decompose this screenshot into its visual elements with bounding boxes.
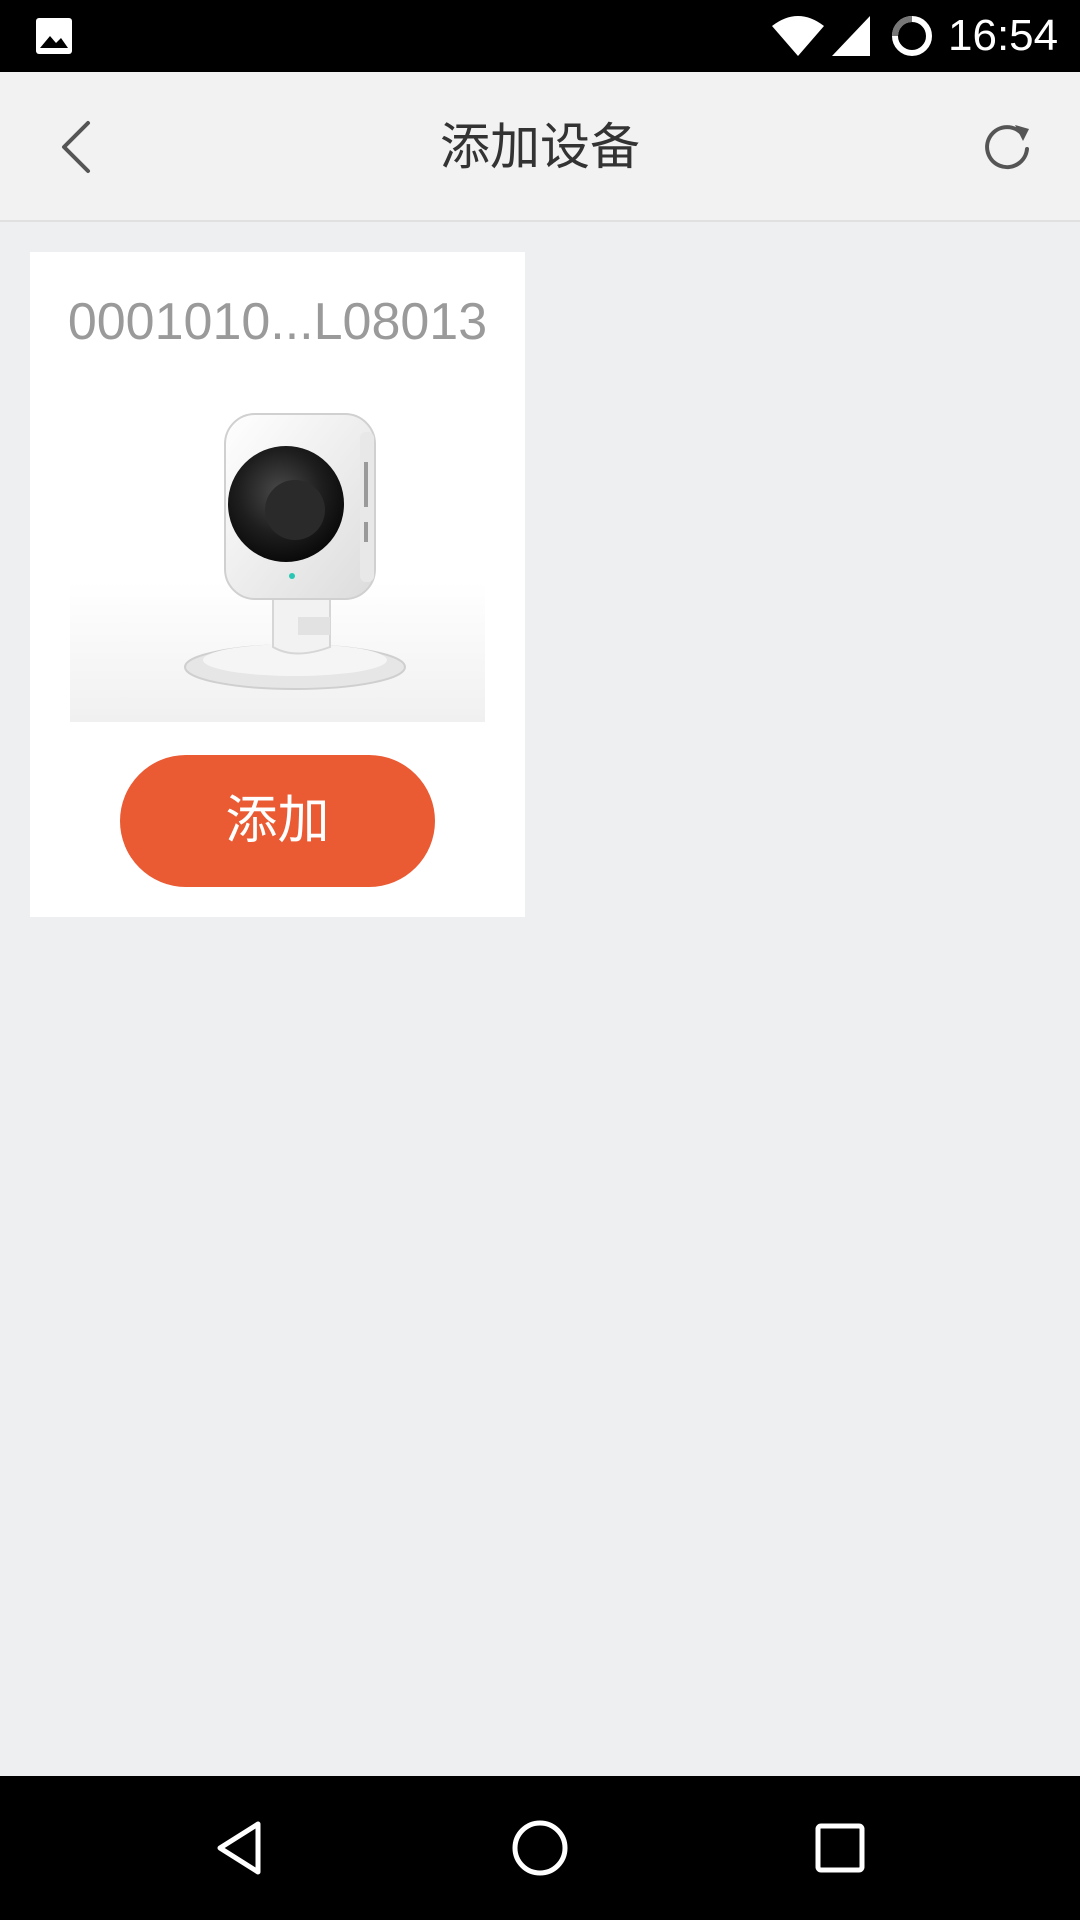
gallery-icon [36, 18, 72, 54]
refresh-button[interactable] [972, 112, 1042, 182]
device-name: 0001010...L08013 [67, 293, 488, 351]
refresh-icon [985, 125, 1029, 170]
app-bar: 添加设备 [0, 72, 1080, 222]
recents-square-icon [815, 1823, 865, 1873]
home-circle-icon [512, 1820, 568, 1876]
nav-home-button[interactable] [500, 1812, 580, 1884]
device-card: 0001010...L08013 添加 [30, 252, 525, 917]
back-triangle-icon [217, 1821, 261, 1875]
status-time: 16:54 [948, 11, 1059, 60]
navigation-bar [0, 1776, 1080, 1920]
wifi-icon [772, 16, 824, 56]
nav-back-button[interactable] [200, 1812, 280, 1884]
signal-icon [832, 16, 870, 56]
back-button[interactable] [44, 112, 108, 182]
nav-recents-button[interactable] [800, 1812, 880, 1884]
status-bar: 16:54 [0, 0, 1080, 72]
page-title: 添加设备 [440, 118, 640, 176]
add-button[interactable]: 添加 [120, 755, 435, 887]
back-chevron-icon [62, 121, 90, 173]
camera-image [70, 413, 485, 722]
sync-icon [892, 16, 932, 56]
